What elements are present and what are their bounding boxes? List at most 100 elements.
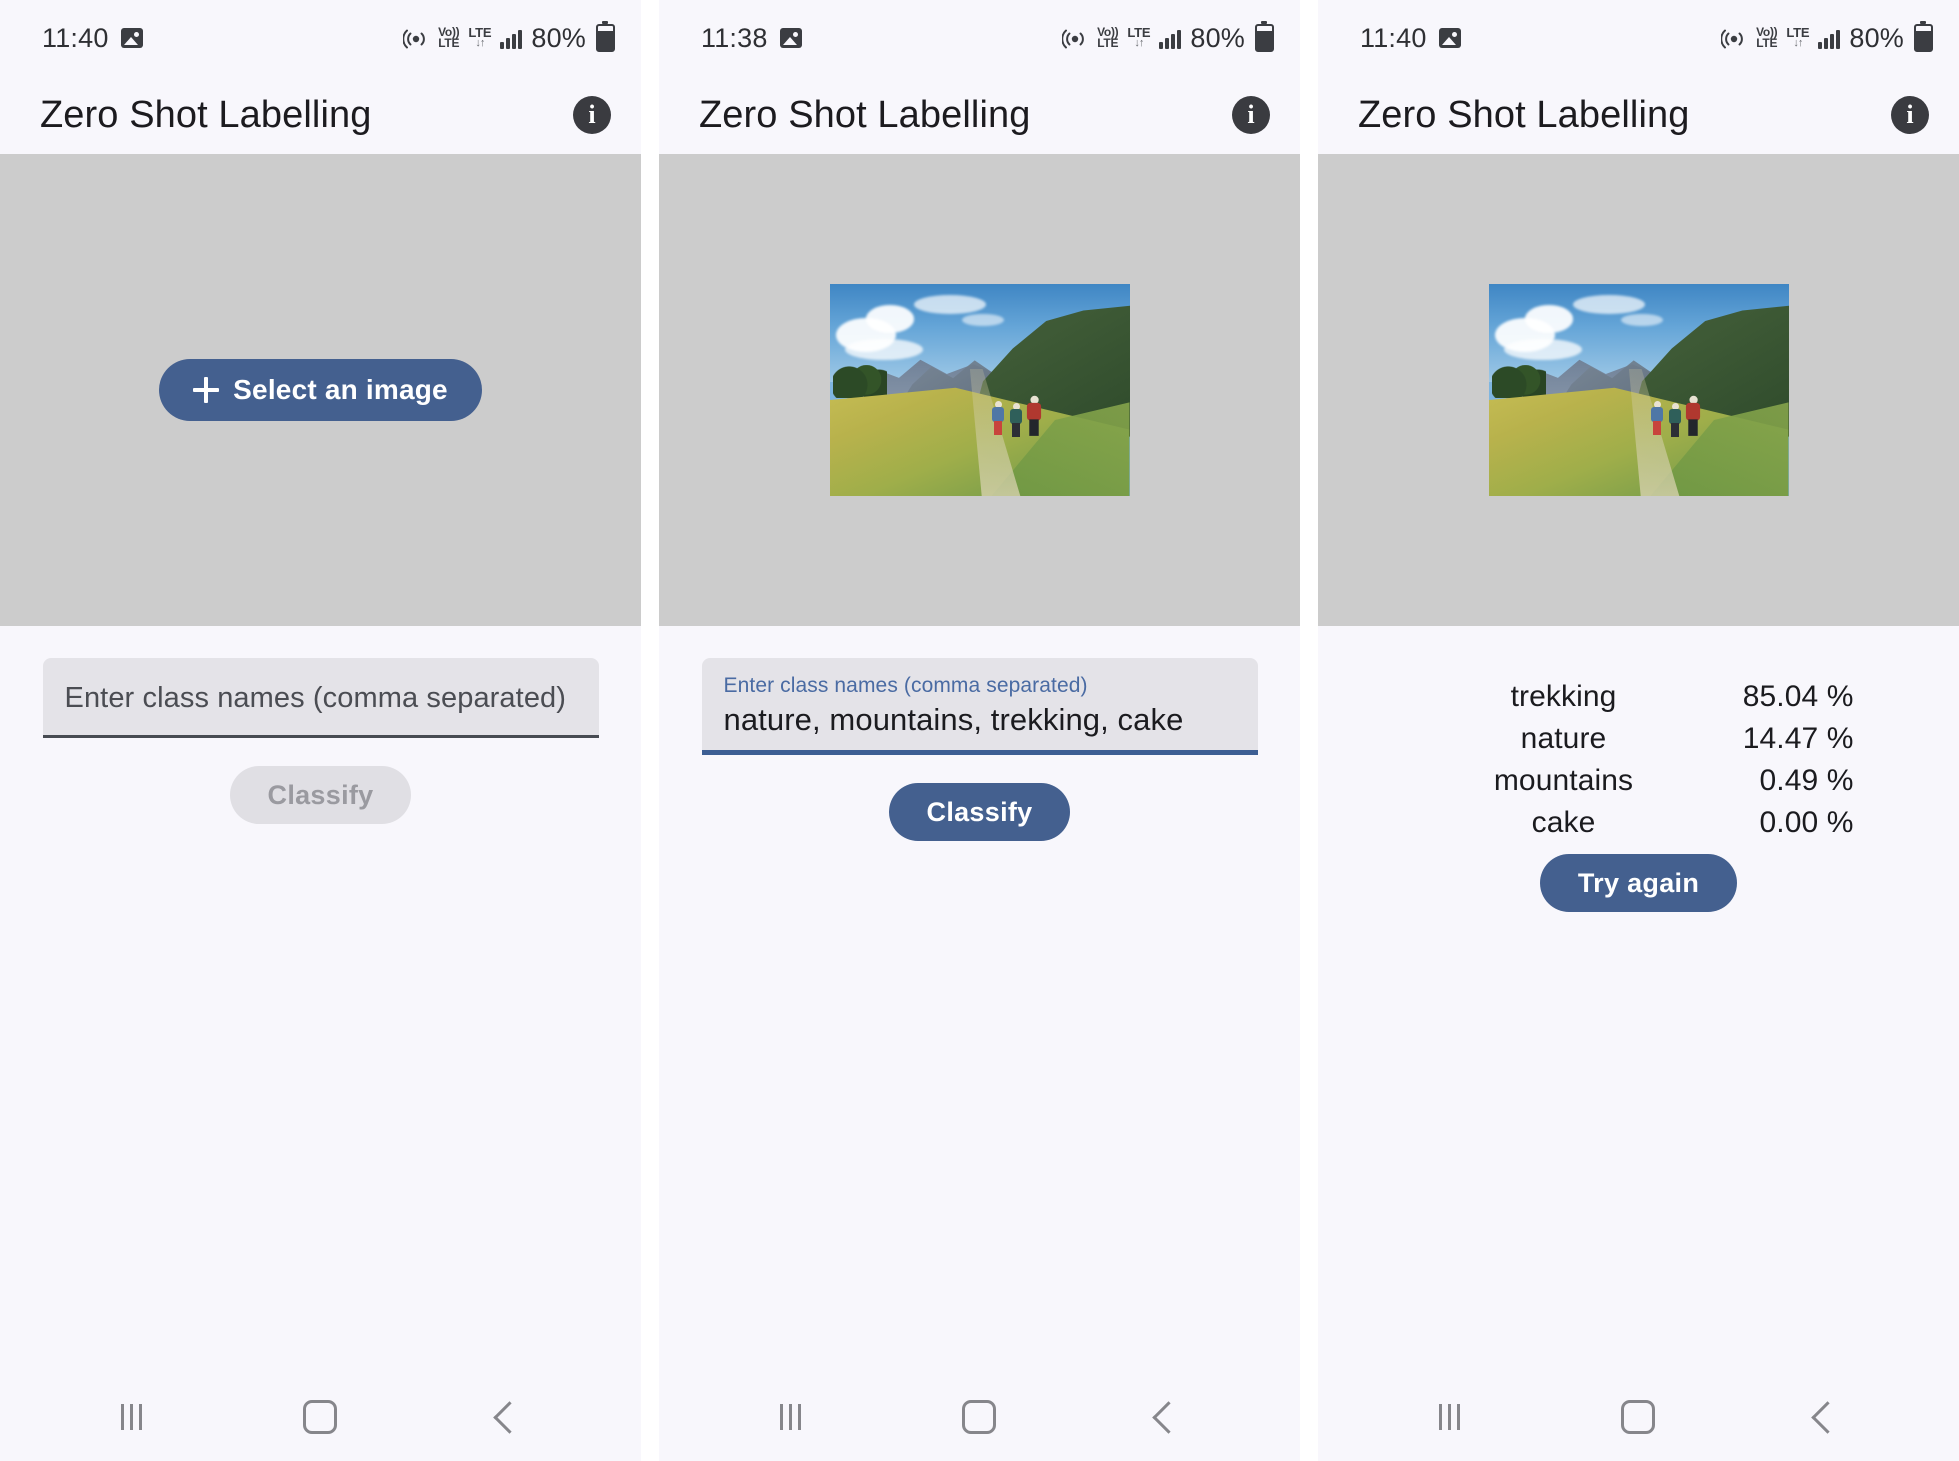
screenshot-stage: 11:40 Vo)) LTE LTE ↓↑ 80% Zero Shot Labe… (0, 0, 1959, 1461)
nav-back-button[interactable] (458, 1392, 561, 1443)
classify-button[interactable]: Classify (888, 783, 1071, 841)
lte-icon: LTE ↓↑ (468, 26, 491, 49)
signal-bars-icon (1818, 27, 1841, 49)
recents-icon (120, 1404, 142, 1430)
status-bar: 11:38 Vo)) LTE LTE ↓↑ 80% (659, 0, 1300, 76)
results-area: trekking 85.04 % nature 14.47 % mountain… (1318, 626, 1959, 1373)
gallery-icon (779, 28, 802, 48)
gallery-icon (1438, 28, 1461, 48)
phone-panel-filled: 11:38 Vo)) LTE LTE ↓↑ 80% Zero Shot Labe… (659, 0, 1300, 1461)
classify-button: Classify (229, 766, 412, 824)
result-row: trekking 85.04 % (1424, 676, 1854, 718)
result-row: nature 14.47 % (1424, 718, 1854, 760)
result-value: 0.49 % (1759, 764, 1854, 797)
nav-back-button[interactable] (1117, 1392, 1220, 1443)
gallery-icon (120, 28, 143, 48)
selected-image-thumbnail (1488, 284, 1789, 496)
info-icon[interactable]: i (1891, 96, 1929, 134)
status-clock: 11:40 (42, 22, 109, 53)
status-bar-left: 11:38 (701, 23, 802, 54)
image-preview-area[interactable] (659, 154, 1300, 626)
lte-arrows: ↓↑ (1134, 37, 1144, 49)
classify-button-label: Classify (926, 796, 1033, 827)
result-row: mountains 0.49 % (1424, 760, 1854, 802)
volte-bottom-label: LTE (1756, 36, 1778, 50)
android-nav-bar (1318, 1373, 1959, 1461)
classification-results-list: trekking 85.04 % nature 14.47 % mountain… (1424, 676, 1854, 844)
class-names-label: Enter class names (comma separated) (723, 674, 1088, 697)
page-title: Zero Shot Labelling (40, 93, 372, 136)
nav-recents-button[interactable] (1399, 1390, 1500, 1444)
select-an-image-label: Select an image (233, 374, 448, 405)
volte-icon: Vo)) LTE (1097, 26, 1119, 49)
volte-icon: Vo)) LTE (1756, 26, 1778, 50)
nav-back-button[interactable] (1776, 1392, 1879, 1443)
status-clock: 11:40 (1360, 22, 1427, 53)
battery-percent: 80% (1190, 22, 1245, 53)
hotspot-icon (1721, 26, 1747, 50)
try-again-button-label: Try again (1577, 867, 1700, 898)
battery-icon (1914, 21, 1933, 52)
app-bar: Zero Shot Labelling i (1318, 76, 1959, 154)
signal-bars-icon (500, 27, 523, 49)
hotspot-icon (403, 26, 429, 50)
home-icon (1620, 1400, 1655, 1434)
result-value: 0.00 % (1759, 806, 1854, 839)
battery-percent: 80% (1849, 22, 1904, 53)
result-value: 85.04 % (1742, 680, 1854, 713)
android-nav-bar (659, 1373, 1300, 1461)
class-names-input[interactable]: Enter class names (comma separated) natu… (701, 658, 1258, 755)
page-title: Zero Shot Labelling (699, 93, 1031, 136)
result-label: nature (1520, 722, 1607, 755)
controls-area: Enter class names (comma separated) Clas… (0, 626, 641, 1373)
hotspot-icon (1062, 26, 1088, 50)
home-icon (961, 1400, 996, 1434)
result-label: mountains (1493, 764, 1634, 797)
nav-home-button[interactable] (1581, 1386, 1695, 1448)
volte-icon: Vo)) LTE (438, 26, 460, 50)
volte-bottom-label: LTE (438, 36, 460, 50)
app-bar: Zero Shot Labelling i (0, 76, 641, 154)
battery-icon (1255, 21, 1274, 52)
image-drop-area[interactable]: Select an image (0, 154, 641, 626)
nav-recents-button[interactable] (81, 1390, 182, 1444)
status-bar-right: Vo)) LTE LTE ↓↑ 80% (1062, 21, 1274, 54)
result-value: 14.47 % (1742, 722, 1854, 755)
page-title: Zero Shot Labelling (1358, 93, 1690, 136)
lte-icon: LTE ↓↑ (1127, 26, 1150, 49)
back-icon (1810, 1400, 1844, 1434)
nav-home-button[interactable] (922, 1386, 1036, 1448)
info-icon[interactable]: i (573, 96, 611, 134)
result-label: cake (1531, 806, 1596, 839)
result-label: trekking (1510, 680, 1617, 713)
select-an-image-button[interactable]: Select an image (159, 359, 482, 421)
try-again-button[interactable]: Try again (1539, 854, 1738, 912)
phone-panel-empty: 11:40 Vo)) LTE LTE ↓↑ 80% Zero Shot Labe… (0, 0, 641, 1461)
status-bar: 11:40 Vo)) LTE LTE ↓↑ 80% (1318, 0, 1959, 76)
nav-recents-button[interactable] (740, 1390, 841, 1444)
android-nav-bar (0, 1373, 641, 1461)
class-names-input[interactable]: Enter class names (comma separated) (42, 658, 599, 738)
try-again-wrap: Try again (1318, 844, 1959, 912)
lte-arrows: ↓↑ (475, 37, 485, 49)
signal-bars-icon (1159, 27, 1182, 49)
battery-icon (596, 21, 615, 52)
battery-percent: 80% (531, 22, 586, 53)
class-names-placeholder: Enter class names (comma separated) (64, 682, 567, 714)
recents-icon (779, 1404, 801, 1430)
status-clock: 11:38 (701, 22, 768, 53)
nav-home-button[interactable] (263, 1386, 377, 1448)
image-preview-area[interactable] (1318, 154, 1959, 626)
classify-button-label: Classify (267, 779, 374, 810)
class-names-value: nature, mountains, trekking, cake (723, 702, 1184, 737)
lte-arrows: ↓↑ (1793, 37, 1803, 49)
info-icon[interactable]: i (1232, 96, 1270, 134)
result-row: cake 0.00 % (1424, 802, 1854, 844)
plus-icon (193, 377, 220, 403)
status-bar-right: Vo)) LTE LTE ↓↑ 80% (403, 21, 615, 54)
recents-icon (1438, 1404, 1460, 1430)
status-bar-right: Vo)) LTE LTE ↓↑ 80% (1721, 21, 1933, 54)
status-bar-left: 11:40 (1360, 23, 1461, 54)
home-icon (302, 1400, 337, 1434)
phone-panel-results: 11:40 Vo)) LTE LTE ↓↑ 80% Zero Shot Labe… (1318, 0, 1959, 1461)
